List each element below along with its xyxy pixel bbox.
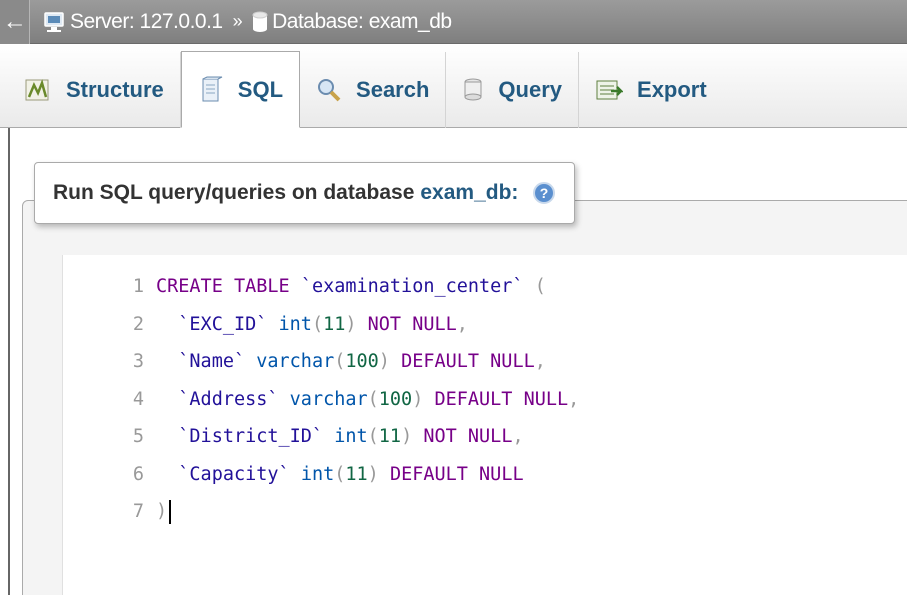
breadcrumb-database[interactable]: Database: exam_db bbox=[252, 9, 452, 34]
code-line: 3 `Name` varchar(100) DEFAULT NULL, bbox=[62, 343, 579, 381]
tab-sql-label: SQL bbox=[237, 76, 284, 102]
sql-legend-text: Run SQL query/queries on database bbox=[53, 181, 415, 204]
tab-export[interactable]: Export bbox=[579, 52, 723, 128]
line-number: 3 bbox=[132, 351, 144, 373]
tab-bar: Structure SQL Search Query Export bbox=[0, 44, 907, 128]
line-code: `EXC_ID` int(11) NOT NULL, bbox=[178, 313, 468, 335]
line-number: 1 bbox=[132, 276, 144, 298]
tab-query[interactable]: Query bbox=[446, 52, 580, 128]
line-number: 2 bbox=[132, 313, 144, 335]
search-icon bbox=[316, 77, 342, 103]
code-lines: 1 CREATE TABLE `examination_center` ( 2 … bbox=[62, 268, 579, 531]
line-number: 5 bbox=[132, 426, 144, 448]
breadcrumb-bar: ← Server: 127.0.0.1 » Database: exam_db bbox=[0, 0, 907, 44]
tab-structure-label: Structure bbox=[66, 77, 164, 102]
line-code: `District_ID` int(11) NOT NULL, bbox=[178, 426, 524, 448]
code-line: 5 `District_ID` int(11) NOT NULL, bbox=[62, 418, 579, 456]
database-icon bbox=[252, 11, 268, 33]
tab-search[interactable]: Search bbox=[300, 52, 447, 128]
breadcrumb-server[interactable]: Server: 127.0.0.1 bbox=[42, 10, 223, 34]
help-icon[interactable]: ? bbox=[532, 181, 556, 205]
export-icon bbox=[595, 77, 624, 103]
breadcrumb-database-label: Database: exam_db bbox=[272, 9, 452, 33]
line-code: `Capacity` int(11) DEFAULT NULL bbox=[178, 463, 524, 485]
tab-structure[interactable]: Structure bbox=[8, 52, 181, 128]
tab-search-label: Search bbox=[356, 77, 430, 102]
sql-icon bbox=[198, 76, 224, 104]
code-line: 4 `Address` varchar(100) DEFAULT NULL, bbox=[62, 381, 579, 419]
line-code: `Name` varchar(100) DEFAULT NULL, bbox=[178, 351, 546, 373]
query-icon bbox=[462, 77, 484, 103]
text-cursor bbox=[169, 499, 171, 524]
left-divider bbox=[8, 128, 10, 595]
code-line: 2 `EXC_ID` int(11) NOT NULL, bbox=[62, 306, 579, 344]
line-code: CREATE TABLE `examination_center` ( bbox=[156, 276, 546, 298]
breadcrumb-server-label: Server: 127.0.0.1 bbox=[70, 9, 223, 33]
sql-legend: Run SQL query/queries on database exam_d… bbox=[34, 162, 576, 224]
breadcrumb-separator: » bbox=[232, 11, 243, 31]
code-line: 7 ) bbox=[62, 493, 579, 531]
line-number: 6 bbox=[132, 463, 144, 485]
code-line: 1 CREATE TABLE `examination_center` ( bbox=[62, 268, 579, 306]
line-number: 4 bbox=[132, 388, 144, 410]
code-line: 6 `Capacity` int(11) DEFAULT NULL bbox=[62, 456, 579, 494]
svg-text:?: ? bbox=[540, 185, 549, 201]
server-icon bbox=[42, 11, 66, 33]
structure-icon bbox=[24, 77, 52, 103]
line-number: 7 bbox=[132, 501, 144, 523]
sql-legend-db: exam_db: bbox=[420, 181, 519, 204]
back-arrow-icon[interactable]: ← bbox=[0, 0, 30, 44]
line-code: `Address` varchar(100) DEFAULT NULL, bbox=[178, 388, 580, 410]
tab-query-label: Query bbox=[498, 77, 563, 102]
tab-export-label: Export bbox=[637, 77, 707, 102]
line-code: ) bbox=[150, 499, 171, 524]
tab-sql[interactable]: SQL bbox=[180, 51, 301, 128]
